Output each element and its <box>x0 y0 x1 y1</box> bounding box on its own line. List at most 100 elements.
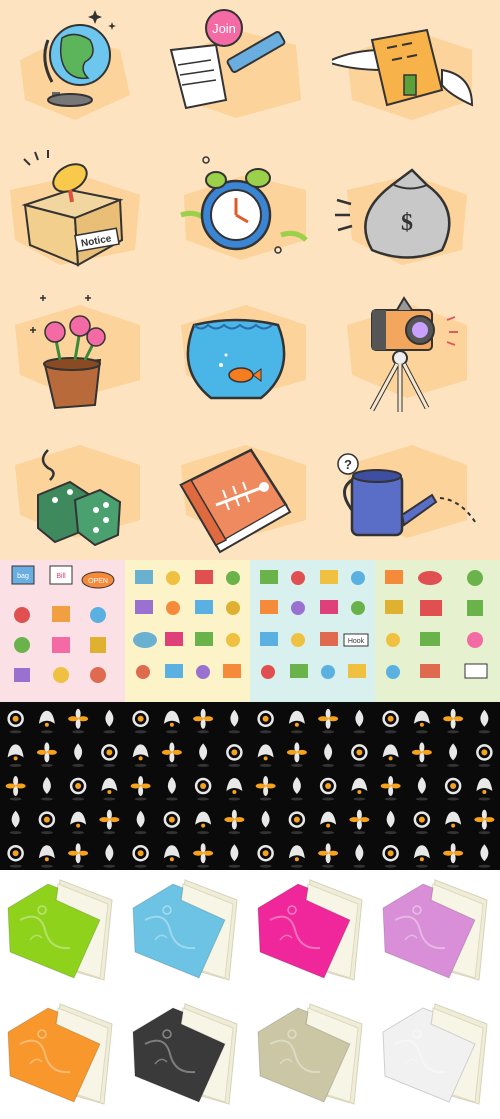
symbol-icon <box>255 776 276 801</box>
symbol-icon <box>7 844 24 868</box>
symbol-icon <box>353 844 366 868</box>
symbol-icon <box>382 710 399 734</box>
symbol-icon <box>69 777 87 801</box>
symbol-icon <box>103 709 116 734</box>
symbol-icon <box>443 843 464 868</box>
symbol-icon <box>443 708 464 734</box>
symbol-icon <box>413 811 431 835</box>
symbol-icon <box>226 778 243 801</box>
symbol-icon <box>5 776 26 801</box>
symbol-icon <box>415 777 428 801</box>
symbol-icon <box>444 777 462 801</box>
symbol-icon <box>103 844 116 868</box>
camera-tripod-icon <box>332 280 498 420</box>
preview-panel-yellow <box>125 560 250 702</box>
symbol-icon <box>478 844 491 868</box>
symbol-icon <box>322 743 335 767</box>
symbol-icon <box>40 777 53 801</box>
symbol-icon <box>193 843 214 868</box>
fishbone-book-icon <box>166 420 332 560</box>
join-label: Join <box>212 21 236 36</box>
fishbowl-icon <box>166 280 332 420</box>
symbol-icon <box>318 843 339 868</box>
symbol-icon <box>194 777 212 801</box>
symbol-icon <box>353 709 366 734</box>
symbol-icon <box>447 743 460 767</box>
join-icon: Join <box>166 0 332 140</box>
preview-icons <box>14 606 106 683</box>
symbol-icon <box>197 743 210 767</box>
symbol-icon <box>130 776 151 801</box>
symbol-icon <box>163 845 180 868</box>
symbol-icon <box>165 777 178 801</box>
symbol-icon <box>320 811 337 835</box>
symbol-icon <box>288 811 306 835</box>
symbol-icon <box>195 811 212 835</box>
preview-panel-green <box>375 560 500 702</box>
symbol-icon-grid <box>0 702 500 870</box>
folder-lilac-icon <box>375 870 500 994</box>
symbol-icon <box>257 710 274 734</box>
symbol-icon <box>7 744 24 767</box>
symbol-icon <box>193 708 214 734</box>
symbol-icon <box>318 708 339 734</box>
symbol-icon <box>132 710 149 734</box>
symbol-icon <box>101 744 118 767</box>
symbol-icon <box>161 742 182 767</box>
symbol-icon <box>70 811 87 835</box>
dice-icon <box>0 420 166 560</box>
symbol-icon <box>9 810 22 835</box>
cartoon-icon-set: Join Notice $ ? <box>0 0 500 560</box>
preview-panel-teal: Hook <box>250 560 375 702</box>
symbol-icon <box>380 776 401 801</box>
bill-label: Bill <box>56 573 66 580</box>
folder-black-icon <box>125 994 250 1118</box>
symbol-icon <box>478 709 491 734</box>
folder-pink-icon <box>250 870 375 994</box>
symbol-icon <box>288 710 305 734</box>
bag-label: bag <box>17 573 29 580</box>
question-mark: ? <box>344 457 352 472</box>
flower-pot-icon <box>0 280 166 420</box>
symbol-icon <box>474 809 495 835</box>
symbol-icon <box>445 811 462 835</box>
hook-label: Hook <box>348 638 365 645</box>
symbol-icon <box>228 709 241 734</box>
dollar-sign: $ <box>401 210 413 236</box>
folder-icon-set <box>0 870 500 1119</box>
symbol-icon <box>163 811 181 835</box>
symbol-icon <box>476 744 493 767</box>
symbol-icon <box>99 809 120 835</box>
folder-khaki-icon <box>250 994 375 1118</box>
symbol-icon <box>413 710 430 734</box>
symbol-icon <box>351 744 368 767</box>
folder-orange-icon <box>0 994 125 1118</box>
symbol-icon <box>36 742 57 767</box>
money-bag-icon: $ <box>332 140 498 280</box>
folder-green-icon <box>0 870 125 994</box>
folder-blue-icon <box>125 870 250 994</box>
symbol-icon <box>411 742 432 767</box>
symbol-icon <box>286 742 307 767</box>
symbol-icon <box>226 744 243 767</box>
symbol-icon <box>349 809 370 835</box>
symbol-icon <box>134 810 147 835</box>
preview-panel-pink: bag Bill OPEN <box>0 560 125 702</box>
symbol-icon <box>68 843 89 868</box>
symbol-icon <box>228 844 241 868</box>
symbol-icon <box>257 844 274 868</box>
symbol-icon <box>224 809 245 835</box>
symbol-icon <box>319 777 337 801</box>
symbol-icon <box>72 743 85 767</box>
symbol-icon <box>476 778 493 801</box>
symbol-icon <box>38 811 56 835</box>
symbol-icon <box>132 844 149 868</box>
icon-set-previews: bag Bill OPEN Hook <box>0 560 500 702</box>
globe-icon <box>0 0 166 140</box>
alarm-clock-icon <box>166 140 332 280</box>
symbol-icon <box>413 845 430 868</box>
symbol-icon <box>132 744 149 767</box>
symbol-icon <box>38 710 55 734</box>
symbol-icon <box>7 710 24 734</box>
watering-can-icon: ? <box>332 420 498 560</box>
